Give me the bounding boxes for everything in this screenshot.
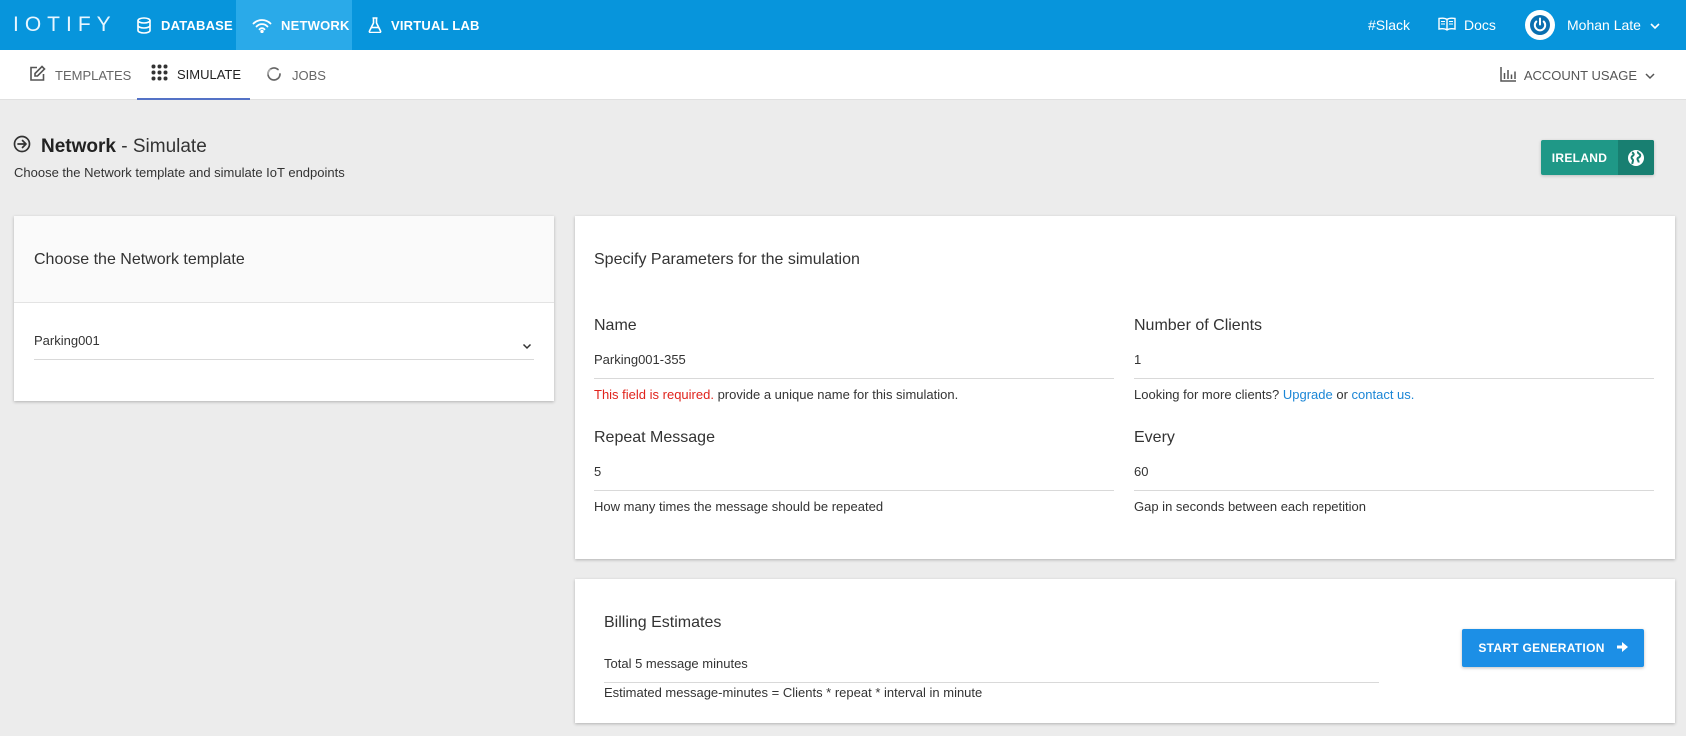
docs-label: Docs [1464,17,1496,33]
contact-us-link[interactable]: contact us. [1352,387,1415,402]
flask-icon [368,17,382,33]
globe-icon [1618,140,1654,175]
clients-help-text: Looking for more clients? [1134,387,1283,402]
repeat-field: Repeat Message 5 How many times the mess… [594,429,1114,514]
name-help: This field is required. provide a unique… [594,387,1114,402]
upgrade-link[interactable]: Upgrade [1283,387,1333,402]
account-usage-menu[interactable]: ACCOUNT USAGE [1500,50,1656,100]
repeat-help: How many times the message should be rep… [594,499,884,514]
user-menu[interactable]: Mohan Late [1525,0,1661,50]
docs-link[interactable]: Docs [1438,0,1496,50]
billing-title: Billing Estimates [604,614,722,631]
arrow-right-icon [1616,641,1628,655]
wifi-icon [252,18,272,33]
clients-help: Looking for more clients? Upgrade or con… [1134,387,1654,402]
nav-network-label: NETWORK [281,17,350,33]
bar-chart-icon [1500,66,1517,85]
arrow-circle-right-icon [13,135,31,159]
template-select-value: Parking001 [34,333,100,348]
slack-label: #Slack [1368,17,1411,33]
simulation-params-card: Specify Parameters for the simulation Na… [575,216,1675,559]
tab-simulate-label: SIMULATE [177,66,242,82]
billing-card: Billing Estimates Total 5 message minute… [575,579,1675,723]
billing-formula: Estimated message-minutes = Clients * re… [604,685,983,700]
name-help-text: provide a unique name for this simulatio… [713,387,959,402]
chevron-down-icon [1649,17,1661,33]
grid-dots-icon [151,64,168,84]
every-input[interactable]: 60 [1134,464,1654,491]
iotify-logo[interactable]: IOTIFY [13,13,117,37]
user-name: Mohan Late [1567,17,1641,33]
repeat-input-value: 5 [594,464,602,479]
account-usage-label: ACCOUNT USAGE [1523,67,1637,83]
name-error-text: This field is required. [594,387,714,402]
nav-database[interactable]: DATABASE [120,0,249,50]
tab-jobs-label: JOBS [292,67,326,83]
tab-templates[interactable]: TEMPLATES [15,50,145,100]
name-input[interactable]: Parking001-355 [594,352,1114,379]
page-subtitle: Choose the Network template and simulate… [14,165,345,180]
slack-link[interactable]: #Slack [1368,0,1410,50]
nav-virtual-lab-label: VIRTUAL LAB [391,17,480,33]
tab-templates-label: TEMPLATES [55,67,132,83]
clients-input[interactable]: 1 [1134,352,1654,379]
name-input-value: Parking001-355 [594,352,686,367]
page-title-rest: - Simulate [115,136,207,157]
clients-field: Number of Clients 1 Looking for more cli… [1134,317,1654,402]
region-label: IRELAND [1551,150,1608,165]
secondary-nav: TEMPLATES SIMULATE JOBS ACCOUNT USAGE [0,50,1686,100]
nav-network[interactable]: NETWORK [236,0,352,50]
book-icon [1438,17,1456,34]
repeat-input[interactable]: 5 [594,464,1114,491]
clients-input-value: 1 [1134,352,1142,367]
template-card: Choose the Network template Parking001 [14,216,554,401]
refresh-icon [265,65,283,86]
clients-help-or: or [1332,387,1352,402]
tab-simulate[interactable]: SIMULATE [137,50,250,100]
tab-jobs[interactable]: JOBS [251,50,340,100]
start-generation-label: START GENERATION [1478,641,1605,655]
params-card-title: Specify Parameters for the simulation [594,251,860,268]
chevron-down-icon [1644,68,1656,83]
power-icon [1525,10,1555,40]
template-select[interactable]: Parking001 [34,333,534,360]
region-selector-button[interactable]: IRELAND [1541,140,1654,175]
database-icon [136,16,152,34]
page-title: Network - Simulate [13,135,207,159]
nav-virtual-lab[interactable]: VIRTUAL LAB [352,0,496,50]
start-generation-button[interactable]: START GENERATION [1462,629,1644,667]
every-help: Gap in seconds between each repetition [1134,499,1366,514]
edit-icon [29,65,46,85]
page-title-bold: Network [41,136,116,157]
chevron-down-icon [522,338,532,353]
billing-total: Total 5 message minutes [604,656,1379,683]
logo-text: IOTIFY [13,13,117,36]
every-input-value: 60 [1134,464,1149,479]
every-label: Every [1134,429,1175,446]
top-app-bar: IOTIFY DATABASE NETWORK VIRTUAL LAB #Sla… [0,0,1686,50]
repeat-label: Repeat Message [594,429,715,446]
nav-database-label: DATABASE [161,17,233,33]
name-label: Name [594,317,637,334]
template-card-title: Choose the Network template [14,216,554,303]
clients-label: Number of Clients [1134,317,1263,334]
name-field: Name Parking001-355 This field is requir… [594,317,1114,402]
every-field: Every 60 Gap in seconds between each rep… [1134,429,1654,514]
